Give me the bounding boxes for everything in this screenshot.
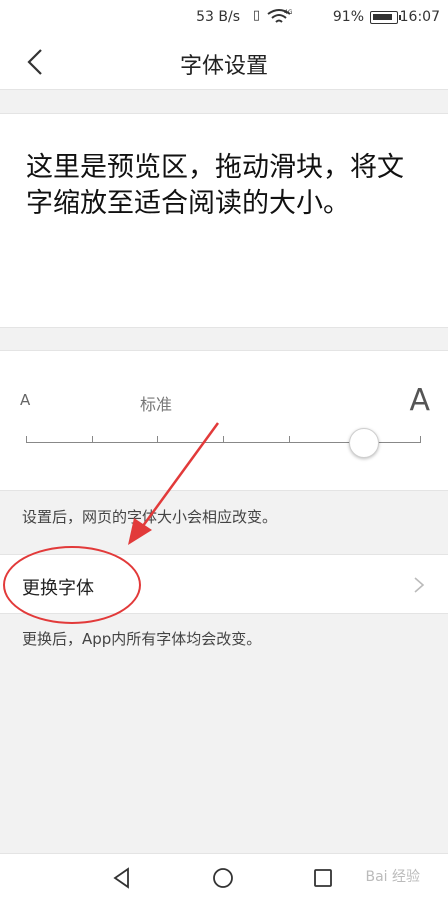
small-font-label: A — [20, 391, 31, 409]
status-bar: 53 B/s ▯ 4G 91% 16:07 — [0, 0, 448, 34]
change-font-hint: 更换后，App内所有字体均会改变。 — [22, 630, 262, 648]
clock: 16:07 — [399, 9, 440, 25]
battery-percent: 91% — [332, 9, 364, 25]
slider-tick — [420, 436, 421, 443]
slider-thumb[interactable] — [349, 428, 380, 458]
wifi-icon: 4G — [267, 9, 292, 23]
circle-home-icon[interactable] — [211, 866, 235, 890]
slider-tick — [157, 436, 159, 443]
slider-tick — [223, 436, 224, 443]
chevron-right-icon — [414, 577, 425, 593]
font-size-hint: 设置后，网页的字体大小会相应改变。 — [22, 508, 278, 526]
slider-tick — [91, 436, 93, 443]
annotation-circle — [3, 546, 141, 624]
signal-label: 4G — [284, 9, 292, 16]
slider-tick — [288, 436, 290, 443]
font-size-slider-panel: A 标准 A — [0, 350, 448, 491]
network-speed: 53 B/s — [196, 9, 240, 25]
large-font-label: A — [409, 383, 430, 418]
square-recents-icon[interactable] — [311, 866, 335, 890]
preview-area: 这里是预览区，拖动滑块，将文字缩放至适合阅读的大小。 — [0, 113, 448, 328]
preview-text: 这里是预览区，拖动滑块，将文字缩放至适合阅读的大小。 — [26, 152, 404, 219]
page-title: 字体设置 — [179, 54, 268, 79]
navigation-bar: 字体设置 — [0, 34, 448, 90]
battery-icon — [370, 11, 401, 24]
triangle-back-icon[interactable] — [110, 866, 134, 890]
vibrate-icon: ▯ — [252, 8, 260, 23]
slider-tick — [26, 436, 27, 443]
standard-label: 标准 — [140, 395, 173, 414]
watermark-logo-icon: Bai 经验 — [365, 869, 420, 885]
system-navigation-bar: Bai 经验 — [0, 853, 448, 901]
